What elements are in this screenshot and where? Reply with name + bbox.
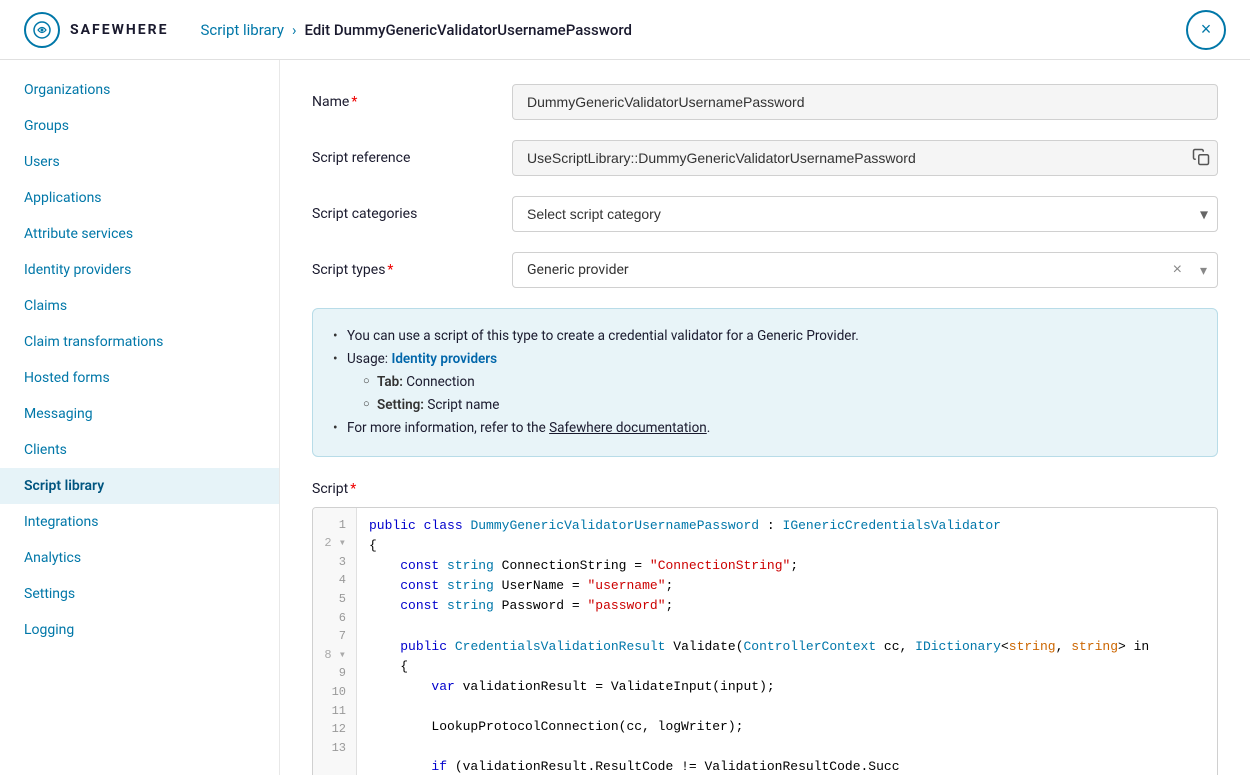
script-categories-select-wrapper: Select script category ▾: [512, 196, 1218, 232]
line-num-7: 7: [313, 627, 356, 646]
breadcrumb-current: Edit DummyGenericValidatorUsernamePasswo…: [305, 21, 632, 39]
sidebar-item-organizations[interactable]: Organizations: [0, 72, 279, 108]
info-setting: Setting: Script name: [363, 394, 1197, 417]
line-num-13: 13: [313, 739, 356, 758]
script-reference-field-wrapper: [512, 140, 1218, 176]
code-line-9: var validationResult = ValidateInput(inp…: [369, 677, 1205, 697]
code-line-1: public class DummyGenericValidatorUserna…: [369, 516, 1205, 536]
script-types-label: Script types*: [312, 252, 492, 278]
line-num-10: 10: [313, 683, 356, 702]
sidebar-item-hosted-forms[interactable]: Hosted forms: [0, 360, 279, 396]
line-num-9: 9: [313, 664, 356, 683]
sidebar-item-claim-transformations[interactable]: Claim transformations: [0, 324, 279, 360]
code-line-13: if (validationResult.ResultCode != Valid…: [369, 757, 1205, 775]
name-row: Name*: [312, 84, 1218, 120]
line-num-6: 6: [313, 609, 356, 628]
sidebar-item-clients[interactable]: Clients: [0, 432, 279, 468]
code-line-7: public CredentialsValidationResult Valid…: [369, 637, 1205, 657]
code-line-3: const string ConnectionString = "Connect…: [369, 556, 1205, 576]
line-num-5: 5: [313, 590, 356, 609]
logo-icon: [24, 12, 60, 48]
info-bullet-3: For more information, refer to the Safew…: [333, 417, 1197, 440]
sidebar-item-settings[interactable]: Settings: [0, 576, 279, 612]
script-categories-select[interactable]: Select script category: [512, 196, 1218, 232]
script-types-field-wrapper: Generic provider × ▾: [512, 252, 1218, 288]
sidebar-item-integrations[interactable]: Integrations: [0, 504, 279, 540]
sidebar-item-messaging[interactable]: Messaging: [0, 396, 279, 432]
code-line-11: LookupProtocolConnection(cc, logWriter);: [369, 717, 1205, 737]
sidebar: Organizations Groups Users Applications …: [0, 60, 280, 775]
script-categories-row: Script categories Select script category…: [312, 196, 1218, 232]
line-num-8: 8 ▾: [313, 646, 356, 665]
code-content[interactable]: public class DummyGenericValidatorUserna…: [357, 508, 1217, 775]
code-line-2: {: [369, 536, 1205, 556]
sidebar-item-users[interactable]: Users: [0, 144, 279, 180]
logo-text: SAFEWHERE: [70, 22, 168, 38]
sidebar-item-claims[interactable]: Claims: [0, 288, 279, 324]
script-types-row: Script types* Generic provider × ▾: [312, 252, 1218, 288]
code-lines: 1 2 ▾ 3 4 5 6 7 8 ▾ 9 10 11 12 13 public…: [313, 508, 1217, 775]
sidebar-item-applications[interactable]: Applications: [0, 180, 279, 216]
script-reference-label: Script reference: [312, 140, 492, 166]
script-type-dropdown-button[interactable]: ▾: [1190, 256, 1217, 285]
sidebar-item-analytics[interactable]: Analytics: [0, 540, 279, 576]
info-bullet-2: Usage: Identity providers Tab: Connectio…: [333, 348, 1197, 417]
breadcrumb: Script library › Edit DummyGenericValida…: [200, 21, 1186, 39]
name-input[interactable]: [512, 84, 1218, 120]
script-categories-label: Script categories: [312, 196, 492, 222]
script-categories-field-wrapper: Select script category ▾: [512, 196, 1218, 232]
breadcrumb-separator: ›: [292, 21, 297, 39]
name-field-wrapper: [512, 84, 1218, 120]
code-line-10: [369, 697, 1205, 717]
header: SAFEWHERE Script library › Edit DummyGen…: [0, 0, 1250, 60]
info-identity-providers-link[interactable]: Identity providers: [391, 351, 497, 367]
code-line-5: const string Password = "password";: [369, 596, 1205, 616]
line-num-4: 4: [313, 571, 356, 590]
line-num-12: 12: [313, 720, 356, 739]
sidebar-item-groups[interactable]: Groups: [0, 108, 279, 144]
info-box: You can use a script of this type to cre…: [312, 308, 1218, 457]
code-line-8: {: [369, 657, 1205, 677]
script-section-label: Script*: [312, 481, 1218, 497]
script-reference-input[interactable]: [512, 140, 1218, 176]
code-line-6: [369, 616, 1205, 636]
layout: Organizations Groups Users Applications …: [0, 60, 1250, 775]
script-type-select-wrapper: Generic provider × ▾: [512, 252, 1218, 288]
logo: SAFEWHERE: [24, 12, 168, 48]
sidebar-item-logging[interactable]: Logging: [0, 612, 279, 648]
sidebar-item-identity-providers[interactable]: Identity providers: [0, 252, 279, 288]
code-editor[interactable]: 1 2 ▾ 3 4 5 6 7 8 ▾ 9 10 11 12 13 public…: [312, 507, 1218, 775]
line-num-11: 11: [313, 702, 356, 721]
close-button[interactable]: ×: [1186, 10, 1226, 50]
line-num-2: 2 ▾: [313, 534, 356, 553]
breadcrumb-parent[interactable]: Script library: [200, 21, 284, 39]
clear-script-type-button[interactable]: ×: [1165, 255, 1190, 285]
script-reference-input-wrapper: [512, 140, 1218, 176]
line-numbers: 1 2 ▾ 3 4 5 6 7 8 ▾ 9 10 11 12 13: [313, 508, 357, 775]
info-bullet-1: You can use a script of this type to cre…: [333, 325, 1197, 348]
script-reference-row: Script reference: [312, 140, 1218, 176]
name-label: Name*: [312, 84, 492, 110]
sidebar-item-attribute-services[interactable]: Attribute services: [0, 216, 279, 252]
code-line-4: const string UserName = "username";: [369, 576, 1205, 596]
main-content: Name* Script reference: [280, 60, 1250, 775]
line-num-3: 3: [313, 553, 356, 572]
line-num-1: 1: [313, 516, 356, 535]
safewhere-docs-link[interactable]: Safewhere documentation: [549, 420, 707, 436]
sidebar-item-script-library[interactable]: Script library: [0, 468, 279, 504]
code-line-12: [369, 737, 1205, 757]
script-type-value: Generic provider: [513, 253, 1165, 287]
copy-button[interactable]: [1192, 148, 1210, 169]
info-tab: Tab: Connection: [363, 371, 1197, 394]
